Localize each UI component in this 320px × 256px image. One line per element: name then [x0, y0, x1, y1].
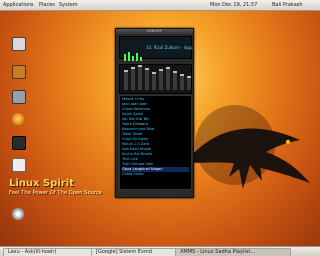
playlist-panel[interactable]: Mayak Chitu Jaan Jaan Jaan Chala Bahanwa…	[119, 95, 192, 190]
user-menu[interactable]: Bali Prakash	[272, 0, 303, 10]
eq-slider[interactable]	[180, 74, 184, 90]
places-menu[interactable]: Places	[39, 0, 55, 10]
firefox-icon[interactable]	[12, 113, 24, 125]
home-icon[interactable]	[12, 65, 26, 79]
eq-slider[interactable]	[159, 69, 163, 90]
terminal-icon[interactable]	[12, 136, 26, 150]
applications-menu[interactable]: Applications	[3, 0, 34, 10]
playlist-item[interactable]: Chale Chale	[122, 172, 189, 177]
linux-spirit-logo: Linux Spirit Feel The Power Of The Open …	[9, 178, 102, 196]
bottom-panel: Lexu - Ask(Ill-hoelr) [Google] Sistem Ex…	[0, 246, 320, 256]
eq-slider[interactable]	[131, 67, 135, 90]
eq-slider[interactable]	[124, 70, 128, 90]
player-display: 10. Rizal Zulkarn - lagu...	[119, 36, 196, 61]
equalizer-panel	[119, 64, 192, 94]
eq-slider[interactable]	[145, 68, 149, 90]
disc-icon[interactable]	[12, 208, 24, 220]
desktop-background: Applications Places System Mon Dec 19, 2…	[0, 0, 320, 256]
brand-title: Linux Spirit	[9, 178, 74, 189]
taskbar-button[interactable]: Lexu - Ask(Ill-hoelr)	[3, 248, 93, 256]
eq-slider[interactable]	[166, 67, 170, 90]
taskbar-button[interactable]: [Google] Sistem Exmd	[91, 248, 177, 256]
winamp-player-window[interactable]: WINAMP 10. Rizal Zulkarn - lagu... Mayak…	[115, 28, 196, 198]
spectrum-visualizer	[124, 52, 142, 61]
eq-slider[interactable]	[173, 71, 177, 90]
taskbar-button-active[interactable]: XMMS - Linux Sadha Playlist...	[175, 248, 291, 256]
winamp-titlebar[interactable]: WINAMP	[116, 29, 193, 34]
brand-tagline: Feel The Power Of The Open Source	[9, 190, 102, 196]
document-icon[interactable]	[12, 158, 26, 172]
eq-slider[interactable]	[152, 72, 156, 90]
eq-slider[interactable]	[187, 76, 191, 90]
clock[interactable]: Mon Dec 19, 21:57	[210, 0, 257, 10]
trash-icon[interactable]	[12, 90, 26, 104]
dragon-wallpaper-art	[185, 105, 310, 189]
eq-slider[interactable]	[138, 65, 142, 90]
computer-icon[interactable]	[12, 37, 26, 51]
now-playing-text: 10. Rizal Zulkarn - lagu...	[146, 45, 197, 50]
top-panel: Applications Places System Mon Dec 19, 2…	[0, 0, 320, 11]
system-menu[interactable]: System	[59, 0, 78, 10]
